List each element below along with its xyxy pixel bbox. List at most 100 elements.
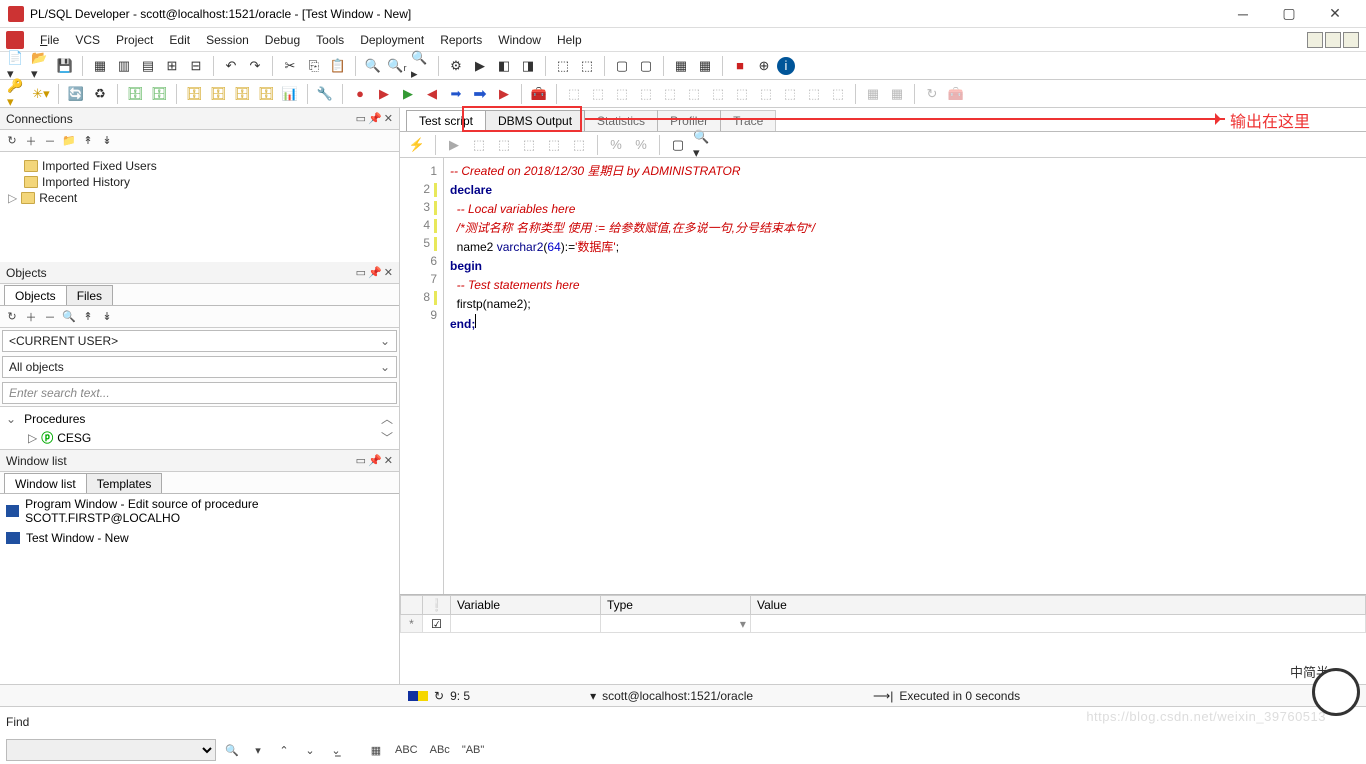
key-icon[interactable]: 🔑▾: [6, 83, 28, 105]
panel-pin-icon[interactable]: 📌: [368, 454, 382, 467]
tb-btn-12[interactable]: ◨: [517, 55, 539, 77]
tab-templates[interactable]: Templates: [86, 473, 163, 493]
refresh-status-icon[interactable]: ↻: [434, 689, 444, 703]
var-col-flag[interactable]: ❕: [423, 596, 451, 615]
code-editor[interactable]: 123456789 -- Created on 2018/12/30 星期日 b…: [400, 158, 1366, 594]
db7-icon[interactable]: 📊: [279, 83, 301, 105]
conn-folder-icon[interactable]: 📁: [61, 133, 77, 149]
find-all-icon[interactable]: ⌄̲: [326, 740, 346, 760]
d13-icon[interactable]: ▦: [862, 83, 884, 105]
var-col-value[interactable]: Value: [750, 596, 1365, 615]
d3-icon[interactable]: ⬚: [611, 83, 633, 105]
minimize-button[interactable]: ─: [1220, 0, 1266, 28]
find-up-icon[interactable]: ⌃: [274, 740, 294, 760]
find-regex-icon[interactable]: "AB": [459, 740, 487, 760]
tb-btn-13[interactable]: ⬚: [552, 55, 574, 77]
d12-icon[interactable]: ⬚: [827, 83, 849, 105]
step2-icon[interactable]: ➡: [469, 83, 491, 105]
panel-dock-icon[interactable]: ▭: [356, 112, 366, 125]
step-arrow-icon[interactable]: ◀: [421, 83, 443, 105]
d14-icon[interactable]: ▦: [886, 83, 908, 105]
d4-icon[interactable]: ⬚: [635, 83, 657, 105]
maximize-button[interactable]: ▢: [1266, 0, 1312, 28]
find-input[interactable]: [6, 739, 216, 761]
tb-btn-3[interactable]: ▤: [137, 55, 159, 77]
panel-dock-icon[interactable]: ▭: [356, 266, 366, 279]
db4-icon[interactable]: 🗄: [207, 83, 229, 105]
info-icon[interactable]: i: [777, 57, 795, 75]
d2-icon[interactable]: ⬚: [587, 83, 609, 105]
find-case-icon[interactable]: ABC: [392, 740, 421, 760]
ed-t3[interactable]: ⬚: [518, 134, 540, 156]
panel-close-icon[interactable]: ✕: [384, 454, 393, 467]
objects-tree[interactable]: ⌄Procedures︿ ▷ⓟCESG﹀: [0, 406, 399, 450]
db3-icon[interactable]: 🗄: [183, 83, 205, 105]
d15-icon[interactable]: ↻: [921, 83, 943, 105]
window-list[interactable]: Program Window - Edit source of procedur…: [0, 494, 399, 684]
menu-project[interactable]: Project: [108, 30, 161, 50]
find-icon[interactable]: 🔍: [362, 55, 384, 77]
code-area[interactable]: -- Created on 2018/12/30 星期日 by ADMINIST…: [444, 158, 1366, 594]
ed-t2[interactable]: ⬚: [493, 134, 515, 156]
panel-close-icon[interactable]: ✕: [384, 112, 393, 125]
ed-t1[interactable]: ⬚: [468, 134, 490, 156]
panel-close-icon[interactable]: ✕: [384, 266, 393, 279]
user-combo[interactable]: <CURRENT USER>⌄: [2, 330, 397, 352]
d5-icon[interactable]: ⬚: [659, 83, 681, 105]
replace-icon[interactable]: 🔍ᵣ: [386, 55, 408, 77]
tab-files[interactable]: Files: [66, 285, 113, 305]
var-col-variable[interactable]: Variable: [450, 596, 600, 615]
paste-icon[interactable]: 📋: [327, 55, 349, 77]
redo-icon[interactable]: ↷: [244, 55, 266, 77]
d8-icon[interactable]: ⬚: [731, 83, 753, 105]
tool-icon[interactable]: 🧰: [528, 83, 550, 105]
db6-icon[interactable]: 🗄: [255, 83, 277, 105]
conn-down-icon[interactable]: ↡: [99, 133, 115, 149]
find-next-icon[interactable]: 🔍: [222, 740, 242, 760]
tb-btn-5[interactable]: ⊟: [185, 55, 207, 77]
find-prev-icon[interactable]: ▾: [248, 740, 268, 760]
tab-objects[interactable]: Objects: [4, 285, 67, 305]
tree-node-fixed-users[interactable]: Imported Fixed Users: [8, 158, 391, 174]
stop-icon[interactable]: ■: [729, 55, 751, 77]
variables-grid[interactable]: ❕ Variable Type Value *☑▾: [400, 594, 1366, 684]
run-red-icon[interactable]: ▶: [373, 83, 395, 105]
undo-icon[interactable]: ↶: [220, 55, 242, 77]
find-down-icon[interactable]: ⌄: [300, 740, 320, 760]
menu-deployment[interactable]: Deployment: [352, 30, 432, 50]
obj-refresh-icon[interactable]: ↻: [4, 309, 20, 325]
var-row-new[interactable]: *☑▾: [401, 615, 1366, 633]
cut-icon[interactable]: ✂: [279, 55, 301, 77]
objects-search-input[interactable]: Enter search text...: [2, 382, 397, 404]
d1-icon[interactable]: ⬚: [563, 83, 585, 105]
ed-t7[interactable]: %: [630, 134, 652, 156]
save-icon[interactable]: 💾: [54, 55, 76, 77]
panel-pin-icon[interactable]: 📌: [368, 112, 382, 125]
find-opt1-icon[interactable]: ▦: [366, 740, 386, 760]
tree-node-recent[interactable]: ▷Recent: [8, 190, 391, 206]
tb-btn-10[interactable]: ▶: [469, 55, 491, 77]
obj-find-icon[interactable]: 🔍: [61, 309, 77, 325]
menu-debug[interactable]: Debug: [257, 30, 308, 50]
play-icon[interactable]: ▶: [443, 134, 465, 156]
ed-t5[interactable]: ⬚: [568, 134, 590, 156]
tab-profiler[interactable]: Profiler: [657, 110, 721, 131]
otree-cesg[interactable]: ▷ⓟCESG﹀: [6, 428, 393, 447]
ed-t8[interactable]: ▢: [667, 134, 689, 156]
tb-btn-1[interactable]: ▦: [89, 55, 111, 77]
gear-icon[interactable]: ✳▾: [30, 83, 52, 105]
mdi-close[interactable]: [1343, 32, 1359, 48]
find-word-icon[interactable]: ABc: [427, 740, 453, 760]
mdi-min[interactable]: [1307, 32, 1323, 48]
obj-down-icon[interactable]: ↡: [99, 309, 115, 325]
tb-btn-14[interactable]: ⬚: [576, 55, 598, 77]
tab-trace[interactable]: Trace: [720, 110, 776, 131]
tb-btn-18[interactable]: ▦: [694, 55, 716, 77]
conn-up-icon[interactable]: ↟: [80, 133, 96, 149]
d7-icon[interactable]: ⬚: [707, 83, 729, 105]
tab-dbms-output[interactable]: DBMS Output: [485, 110, 585, 131]
menu-file[interactable]: FFileile: [32, 30, 67, 50]
var-col-type[interactable]: Type: [600, 596, 750, 615]
findnext-icon[interactable]: 🔍▸: [410, 55, 432, 77]
tb-btn-11[interactable]: ◧: [493, 55, 515, 77]
